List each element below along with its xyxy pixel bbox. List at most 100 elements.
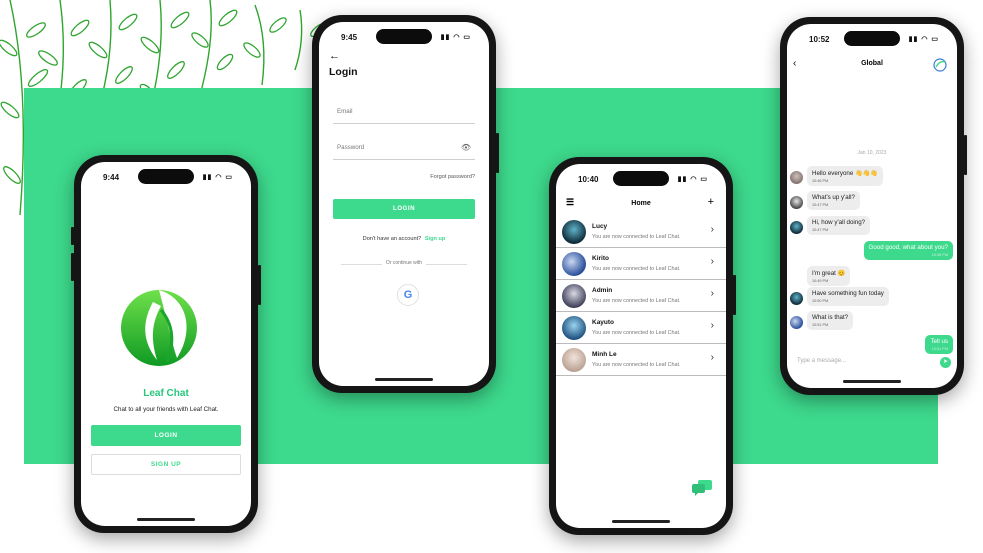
or-continue-text: Or continue with [381, 260, 427, 266]
phone-side-button [71, 227, 74, 245]
phone-login-screen: 9:45 ▮▮ ◠ ▭ ← Login Email Password 👁 For… [312, 15, 499, 393]
signup-link[interactable]: Sign up [425, 236, 446, 242]
status-bar: 9:45 ▮▮ ◠ ▭ [319, 31, 489, 45]
message-time: 10:51 PM [812, 323, 829, 327]
avatar [790, 292, 803, 305]
welcome-screen: 9:44 ▮▮ ◠ ▭ Leaf Chat Chat to all your f… [81, 162, 251, 526]
phone-welcome-screen: 9:44 ▮▮ ◠ ▭ Leaf Chat Chat to all your f… [71, 155, 261, 533]
message-input-placeholder: Type a message... [797, 358, 847, 364]
contact-row[interactable]: Minh Le You are now connected to Leaf Ch… [556, 344, 726, 376]
login-button[interactable]: LOGIN [91, 425, 241, 446]
contact-row[interactable]: Kayuto You are now connected to Leaf Cha… [556, 312, 726, 344]
message-bubble: Have something fun today 10:50 PM [807, 287, 889, 306]
chat-bubbles-icon[interactable] [692, 480, 712, 496]
phone-side-button [964, 135, 967, 175]
status-time: 10:52 [809, 35, 830, 44]
chevron-right-icon: › [710, 224, 714, 235]
chat-screen: 10:52 ▮▮ ◠ ▭ ‹ Global Jan 10, 2023 Hello… [787, 24, 957, 388]
signal-wifi-battery-icon: ▮▮ ◠ ▭ [202, 174, 233, 181]
message-bubble: Hi, how y'all doing? 10:47 PM [807, 216, 871, 235]
message-time: 10:46 PM [812, 179, 829, 183]
password-placeholder: Password [337, 144, 365, 151]
message-time: 10:47 PM [812, 228, 829, 232]
phone-side-button [733, 275, 736, 315]
phone-side-button [496, 133, 499, 173]
chevron-right-icon: › [710, 288, 714, 299]
message-text: Hi, how y'all doing? [812, 219, 866, 226]
contact-name: Kirito [592, 255, 609, 262]
avatar [562, 252, 586, 276]
message-text: Good good, what about you? [868, 244, 948, 251]
signal-wifi-battery-icon: ▮▮ ◠ ▭ [677, 176, 708, 183]
message-bubble: What is that? 10:51 PM [807, 311, 854, 330]
contact-name: Kayuto [592, 319, 615, 326]
app-title: Leaf Chat [143, 388, 189, 399]
contact-name: Admin [592, 287, 613, 294]
home-indicator [137, 518, 195, 521]
message-bubble: What's up y'all? 10:47 PM [807, 191, 860, 210]
chat-top-bar: ‹ Global [787, 58, 957, 74]
status-bar: 10:52 ▮▮ ◠ ▭ [787, 33, 957, 47]
status-bar: 9:44 ▮▮ ◠ ▭ [81, 171, 251, 185]
page-title: Home [631, 200, 651, 207]
send-icon[interactable]: ➤ [940, 357, 951, 368]
app-subtitle: Chat to all your friends with Leaf Chat. [113, 406, 219, 413]
contact-message: You are now connected to Leaf Chat. [592, 298, 681, 304]
message-text: Have something fun today [812, 290, 884, 297]
chevron-right-icon: › [710, 256, 714, 267]
home-screen: 10:40 ▮▮ ◠ ▭ ☰ Home + Lucy You are now c… [556, 164, 726, 528]
signal-wifi-battery-icon: ▮▮ ◠ ▭ [440, 34, 471, 41]
email-field[interactable]: Email [333, 102, 475, 124]
message-text: Tell us [930, 338, 948, 345]
avatar [562, 348, 586, 372]
phone-side-button [258, 265, 261, 305]
plus-icon[interactable]: + [708, 196, 714, 208]
message-time: 10:48 PM [931, 253, 948, 257]
google-icon[interactable]: G [397, 284, 419, 306]
login-button[interactable]: LOGIN [333, 199, 475, 219]
email-placeholder: Email [337, 108, 353, 115]
contact-row[interactable]: Kirito You are now connected to Leaf Cha… [556, 248, 726, 280]
contact-list: Lucy You are now connected to Leaf Chat.… [556, 216, 726, 376]
message-input[interactable]: Type a message... [793, 354, 951, 370]
page-title: Login [329, 66, 358, 78]
avatar [562, 316, 586, 340]
contact-row[interactable]: Admin You are now connected to Leaf Chat… [556, 280, 726, 312]
contact-message: You are now connected to Leaf Chat. [592, 330, 681, 336]
home-top-bar: ☰ Home + [556, 196, 726, 214]
chevron-right-icon: › [710, 320, 714, 331]
avatar [790, 171, 803, 184]
message-time: 10:47 PM [812, 203, 829, 207]
back-arrow-icon[interactable]: ← [329, 50, 340, 62]
chevron-right-icon: › [710, 352, 714, 363]
avatar [562, 284, 586, 308]
contact-row[interactable]: Lucy You are now connected to Leaf Chat.… [556, 216, 726, 248]
avatar [790, 316, 803, 329]
message-bubble: Tell us 10:51 PM [925, 335, 953, 354]
message-text: Hello everyone 👋👋👋 [812, 170, 879, 177]
status-bar: 10:40 ▮▮ ◠ ▭ [556, 173, 726, 187]
avatar [562, 220, 586, 244]
avatar [790, 196, 803, 209]
message-bubble: Hello everyone 👋👋👋 10:46 PM [807, 166, 884, 186]
message-time: 10:51 PM [931, 347, 948, 351]
global-chat-logo [933, 58, 947, 72]
contact-message: You are now connected to Leaf Chat. [592, 362, 681, 368]
showcase-canvas: 9:44 ▮▮ ◠ ▭ Leaf Chat Chat to all your f… [0, 0, 983, 553]
signup-prompt: Don't have an account? Sign up [319, 236, 489, 242]
message-time: 10:49 PM [812, 279, 829, 283]
signup-button[interactable]: SIGN UP [91, 454, 241, 475]
home-indicator [612, 520, 670, 523]
forgot-password-link[interactable]: Forgot password? [430, 174, 475, 180]
contact-name: Minh Le [592, 351, 617, 358]
status-time: 9:45 [341, 33, 358, 42]
message-text: What is that? [812, 314, 849, 321]
message-text: What's up y'all? [812, 194, 855, 201]
contact-message: You are now connected to Leaf Chat. [592, 266, 681, 272]
chat-title: Global [861, 60, 883, 67]
password-field[interactable]: Password 👁 [333, 138, 475, 160]
login-screen: 9:45 ▮▮ ◠ ▭ ← Login Email Password 👁 For… [319, 22, 489, 386]
eye-icon[interactable]: 👁 [461, 143, 471, 152]
home-indicator [375, 378, 433, 381]
message-bubble: I'm great 😊 10:49 PM [807, 266, 851, 286]
